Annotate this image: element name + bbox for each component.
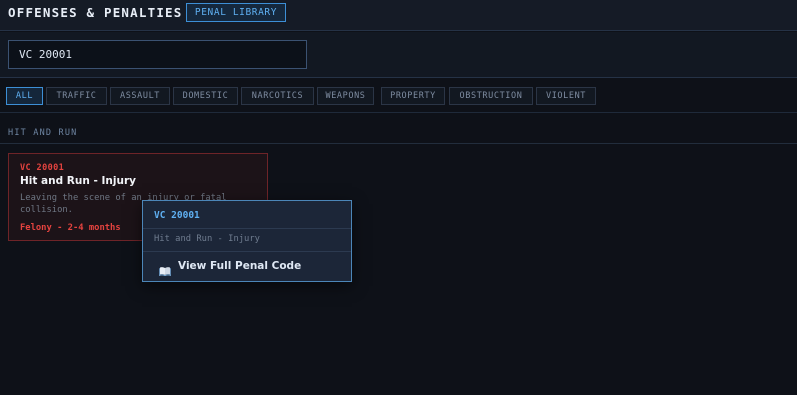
offense-code: VC 20001 xyxy=(20,163,65,173)
offense-name: Hit and Run - Injury xyxy=(20,175,136,187)
filter-chip-narcotics[interactable]: NARCOTICS xyxy=(241,87,314,105)
filter-chip-domestic[interactable]: DOMESTIC xyxy=(173,87,238,105)
filter-chip-violent[interactable]: VIOLENT xyxy=(536,87,596,105)
penal-library-button[interactable]: PENAL LIBRARY xyxy=(186,3,286,22)
offenses-app: OFFENSES & PENALTIES PENAL LIBRARY ALL T… xyxy=(0,0,797,395)
filter-chip-all[interactable]: ALL xyxy=(6,87,43,105)
view-full-penal-code-button[interactable]: View Full Penal Code xyxy=(151,256,343,277)
popup-divider xyxy=(143,251,351,252)
search-input[interactable] xyxy=(8,40,307,69)
section-divider xyxy=(0,143,797,144)
view-full-penal-code-label: View Full Penal Code xyxy=(178,260,302,272)
page-title: OFFENSES & PENALTIES xyxy=(8,5,183,20)
header-bar: OFFENSES & PENALTIES PENAL LIBRARY xyxy=(0,0,797,31)
filter-chip-obstruction[interactable]: OBSTRUCTION xyxy=(449,87,533,105)
popup-code: VC 20001 xyxy=(154,210,200,221)
filter-chip-assault[interactable]: ASSAULT xyxy=(110,87,170,105)
filter-chip-traffic[interactable]: TRAFFIC xyxy=(46,87,107,105)
category-filters: ALL TRAFFIC ASSAULT DOMESTIC NARCOTICS W… xyxy=(0,79,797,113)
section-heading: HIT AND RUN xyxy=(8,128,78,138)
popup-divider xyxy=(143,228,351,229)
filter-chip-property[interactable]: PROPERTY xyxy=(381,87,445,105)
filter-chip-weapons[interactable]: WEAPONS xyxy=(317,87,374,105)
offense-context-popup: VC 20001 Hit and Run - Injury View Full … xyxy=(142,200,352,282)
open-book-icon xyxy=(158,261,172,277)
offense-penalty: Felony - 2-4 months xyxy=(20,223,121,233)
popup-offense-name: Hit and Run - Injury xyxy=(154,234,260,244)
search-bar xyxy=(0,32,797,78)
